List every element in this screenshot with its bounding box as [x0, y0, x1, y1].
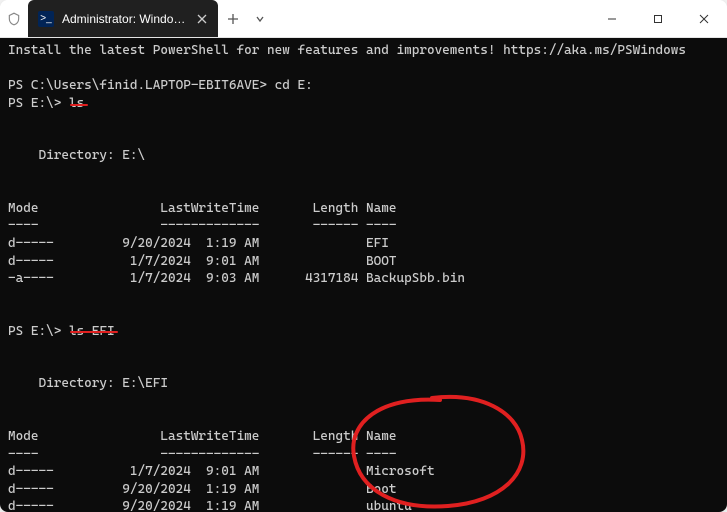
tab-title: Administrator: Windows Powe [62, 12, 186, 26]
terminal-window: >_ Administrator: Windows Powe Install t… [0, 0, 727, 512]
titlebar: >_ Administrator: Windows Powe [0, 0, 727, 38]
terminal-body[interactable]: Install the latest PowerShell for new fe… [0, 38, 727, 512]
tab-dropdown-button[interactable] [248, 0, 272, 37]
maximize-button[interactable] [635, 0, 681, 37]
powershell-icon: >_ [38, 11, 54, 27]
close-window-button[interactable] [681, 0, 727, 37]
close-tab-button[interactable] [194, 11, 210, 27]
terminal-text: Install the latest PowerShell for new fe… [8, 42, 719, 512]
shield-icon [0, 12, 28, 26]
active-tab[interactable]: >_ Administrator: Windows Powe [28, 0, 218, 37]
minimize-button[interactable] [589, 0, 635, 37]
window-controls [589, 0, 727, 37]
new-tab-button[interactable] [218, 0, 248, 37]
